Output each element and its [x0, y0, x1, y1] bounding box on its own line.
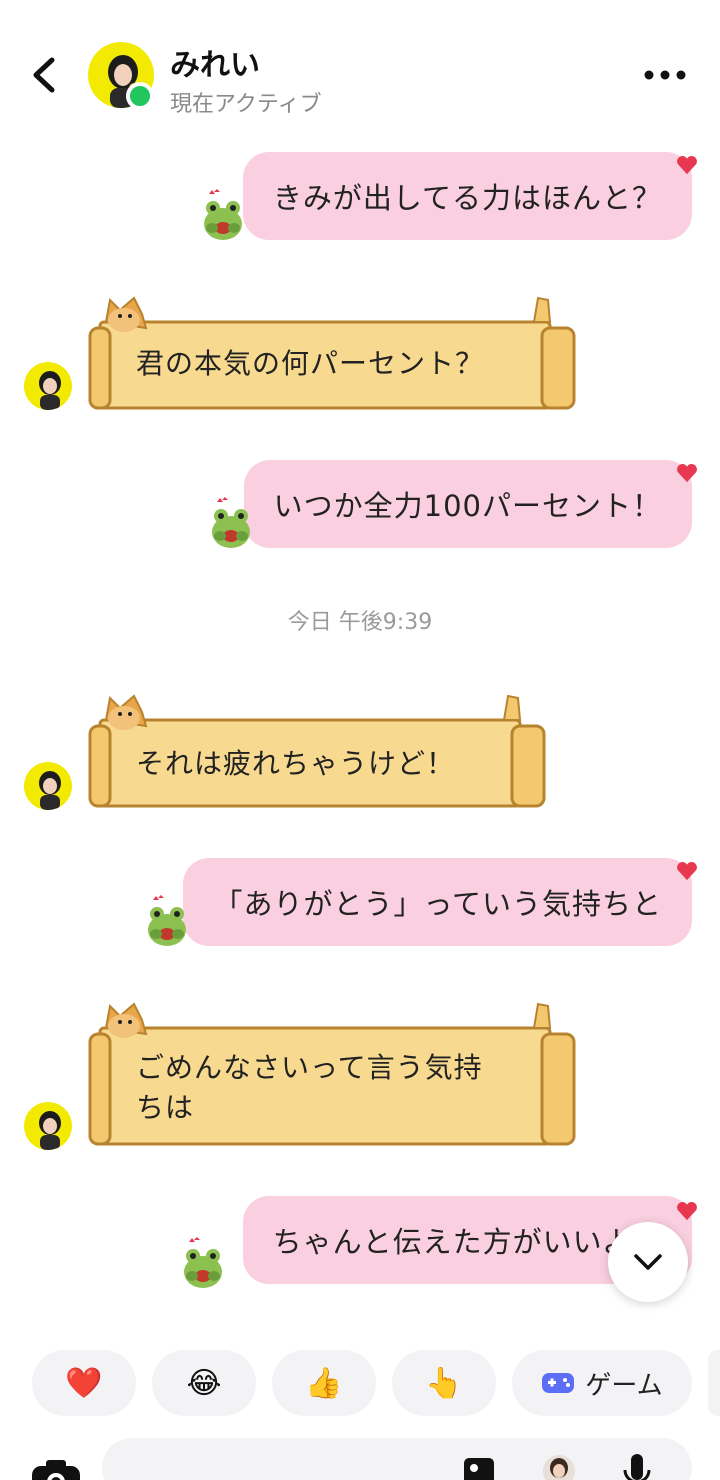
incoming-message[interactable]: それは疲れちゃうけど！ — [86, 690, 548, 812]
sender-avatar[interactable] — [24, 362, 72, 410]
more-reactions-chip[interactable] — [708, 1350, 720, 1416]
message-text: いつか全力100パーセント！ — [273, 489, 662, 523]
active-status: 現在アクティブ — [170, 92, 322, 117]
avatar-photo-icon — [39, 1111, 61, 1150]
avatar-sticker-icon[interactable] — [542, 1454, 576, 1480]
message-text: それは疲れちゃうけど！ — [136, 747, 456, 780]
chevron-down-icon — [634, 1254, 662, 1270]
incoming-message[interactable]: 君の本気の何パーセント？ — [86, 292, 580, 414]
sender-avatar[interactable] — [24, 1102, 72, 1150]
frog-sticker-icon — [212, 497, 250, 548]
microphone-icon[interactable] — [622, 1452, 652, 1480]
message-text: ちゃんと伝えた方がいいよ！ — [272, 1225, 662, 1259]
heart-reaction-icon — [677, 463, 697, 483]
online-indicator — [126, 82, 154, 110]
chat-header: みれい 現在アクティブ — [0, 0, 720, 140]
heart-reaction-button[interactable]: ❤️ — [32, 1350, 136, 1416]
frog-sticker-icon — [204, 189, 242, 240]
gallery-icon[interactable] — [462, 1456, 502, 1480]
message-text: 「ありがとう」っていう気持ちと — [213, 887, 662, 921]
message-line: ちは — [136, 1091, 195, 1124]
message-text: きみが出してる力はほんと？ — [272, 181, 662, 215]
outgoing-message[interactable]: 「ありがとう」っていう気持ちと — [183, 858, 692, 946]
avatar-photo-icon — [39, 371, 61, 410]
avatar-photo-icon — [39, 771, 61, 810]
timestamp-divider: 今日 午後9:39 — [287, 610, 433, 635]
pointing-hand-reaction-button[interactable]: 👆 — [392, 1350, 496, 1416]
message-text: ごめんなさいって言う気持 ちは — [136, 1048, 483, 1128]
heart-reaction-icon — [677, 861, 697, 881]
sender-avatar[interactable] — [24, 762, 72, 810]
laughing-emoji-icon: 😂 — [186, 1365, 222, 1401]
heart-reaction-icon — [677, 1201, 697, 1221]
game-button[interactable]: ゲーム — [512, 1350, 692, 1416]
game-label: ゲーム — [585, 1370, 663, 1401]
message-input[interactable] — [102, 1438, 692, 1480]
quick-reaction-bar: ❤️ 😂 👍 👆 ゲーム — [0, 1350, 720, 1416]
outgoing-message[interactable]: きみが出してる力はほんと？ — [242, 152, 692, 240]
camera-icon[interactable] — [30, 1458, 82, 1480]
frog-sticker-icon — [184, 1237, 222, 1288]
more-options-icon[interactable] — [640, 60, 690, 90]
scroll-to-bottom-button[interactable] — [608, 1222, 688, 1302]
outgoing-message[interactable]: いつか全力100パーセント！ — [243, 460, 692, 548]
back-arrow-icon[interactable] — [22, 50, 66, 100]
game-controller-icon — [542, 1373, 575, 1393]
message-text: 君の本気の何パーセント？ — [136, 347, 485, 380]
laughing-reaction-button[interactable]: 😂 — [152, 1350, 256, 1416]
contact-name[interactable]: みれい — [170, 40, 260, 84]
thumbs-up-icon: 👍 — [305, 1365, 343, 1401]
heart-icon: ❤️ — [65, 1365, 103, 1401]
message-composer — [0, 1436, 720, 1480]
thumbs-up-reaction-button[interactable]: 👍 — [272, 1350, 376, 1416]
message-line: ごめんなさいって言う気持 — [136, 1051, 483, 1084]
heart-reaction-icon — [677, 155, 697, 175]
incoming-message[interactable]: ごめんなさいって言う気持 ちは — [86, 998, 580, 1150]
frog-sticker-icon — [148, 895, 186, 946]
pointing-hand-icon: 👆 — [425, 1365, 463, 1401]
